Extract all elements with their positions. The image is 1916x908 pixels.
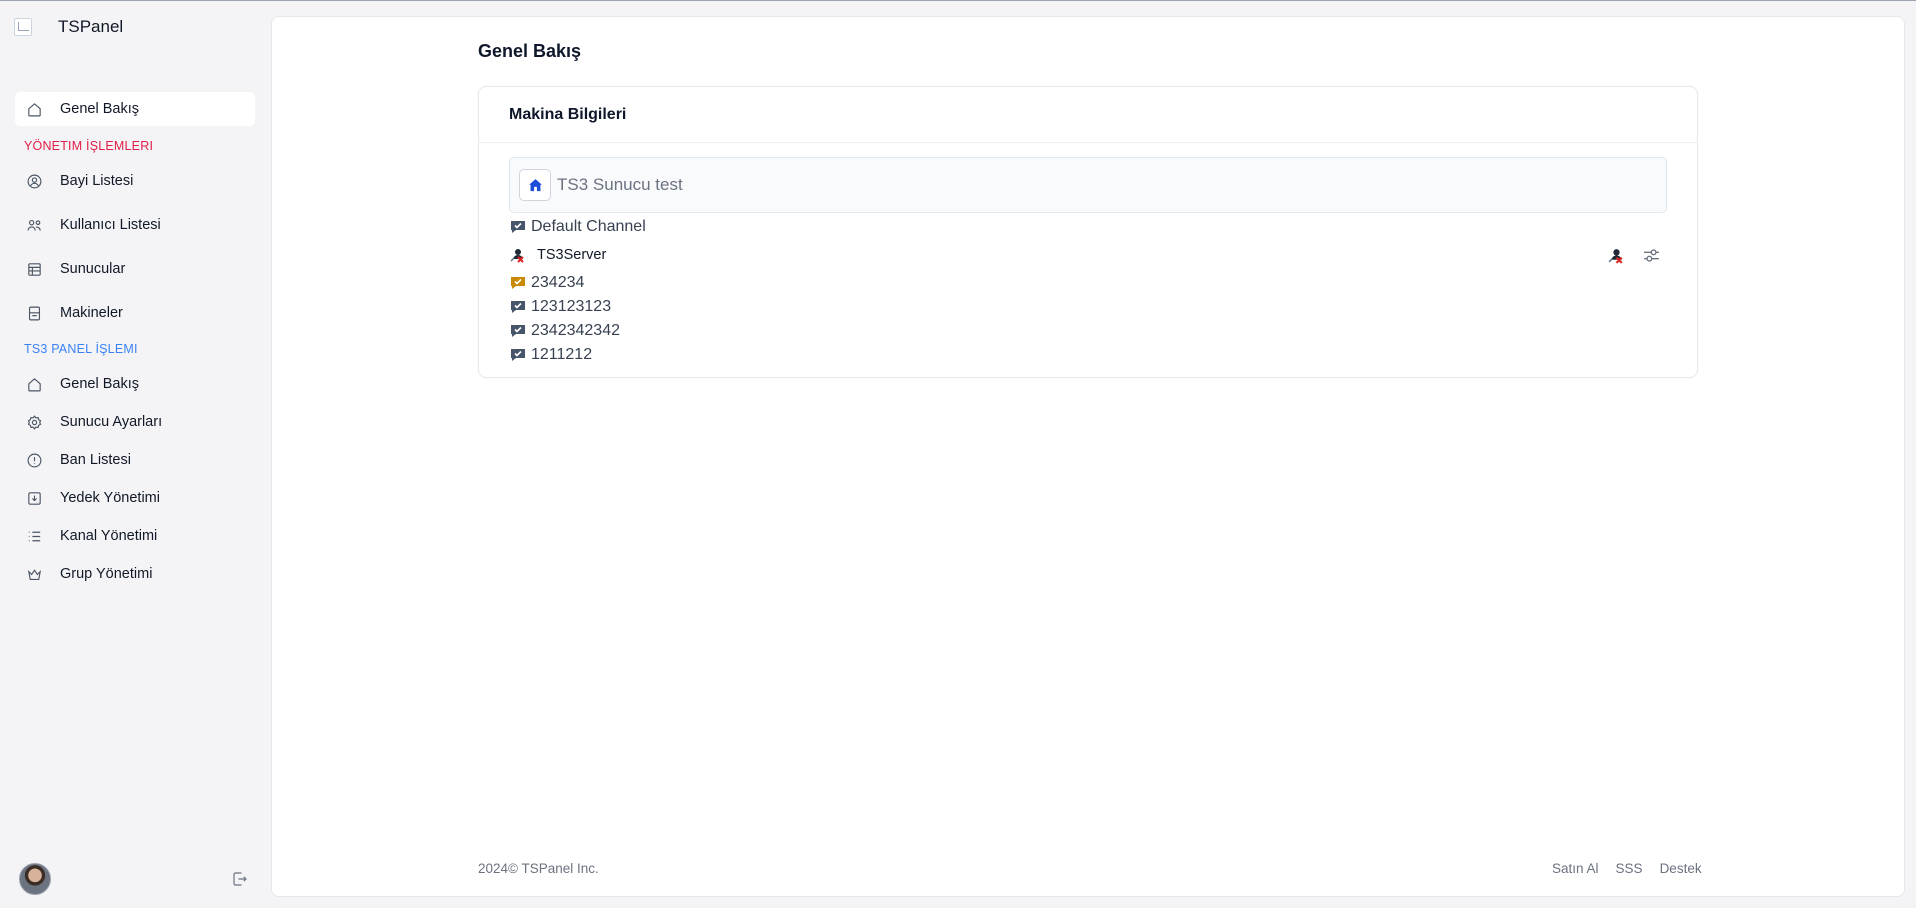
channel-name: 234234 bbox=[531, 274, 585, 291]
channel-row[interactable]: 2342342342 bbox=[509, 319, 1667, 343]
settings-sliders-icon[interactable] bbox=[1642, 246, 1661, 265]
channel-icon bbox=[511, 301, 525, 313]
sidebar-item-label: Yedek Yönetimi bbox=[60, 490, 160, 506]
home-icon bbox=[25, 375, 43, 393]
machine-icon bbox=[25, 304, 43, 322]
sidebar-nav: Genel Bakış YÖNETIM İŞLEMLERI Bayi Liste… bbox=[15, 92, 255, 591]
card-title: Makina Bilgileri bbox=[509, 105, 627, 123]
footer-link-destek[interactable]: Destek bbox=[1660, 861, 1702, 876]
backup-icon bbox=[25, 489, 43, 507]
sidebar-item-makineler[interactable]: Makineler bbox=[15, 296, 255, 330]
machine-info-card: Makina Bilgileri TS3 Sunucu test Default… bbox=[478, 86, 1698, 378]
top-border bbox=[0, 0, 1916, 1]
channel-icon bbox=[511, 221, 525, 233]
sidebar-item-label: Makineler bbox=[60, 305, 123, 321]
sidebar-item-yedek-yonetimi[interactable]: Yedek Yönetimi bbox=[15, 481, 255, 515]
sidebar-item-label: Kullanıcı Listesi bbox=[60, 217, 161, 233]
channel-name: 2342342342 bbox=[531, 322, 620, 339]
server-query-user-icon bbox=[510, 249, 524, 263]
server-user-actions bbox=[1607, 246, 1667, 265]
sidebar-item-kanal-yonetimi[interactable]: Kanal Yönetimi bbox=[15, 519, 255, 553]
channel-icon bbox=[511, 277, 525, 289]
users-icon bbox=[25, 216, 43, 234]
sidebar-item-label: Sunucu Ayarları bbox=[60, 414, 163, 430]
sidebar-item-bayi-listesi[interactable]: Bayi Listesi bbox=[15, 164, 255, 198]
crown-icon bbox=[25, 565, 43, 583]
gear-icon bbox=[25, 413, 43, 431]
section-title-admin: YÖNETIM İŞLEMLERI bbox=[24, 139, 154, 153]
server-user-name: TS3Server bbox=[537, 247, 607, 263]
sidebar-item-ts3-genel-bakis[interactable]: Genel Bakış bbox=[15, 367, 255, 401]
channel-name: Default Channel bbox=[531, 218, 646, 235]
sidebar-item-label: Grup Yönetimi bbox=[60, 566, 153, 582]
page-title: Genel Bakış bbox=[478, 41, 582, 61]
channel-name: 1211212 bbox=[531, 346, 593, 363]
logout-icon[interactable] bbox=[231, 870, 249, 888]
server-name: TS3 Sunucu test bbox=[557, 175, 683, 194]
channel-row[interactable]: 1211212 bbox=[509, 343, 1667, 367]
server-header[interactable]: TS3 Sunucu test bbox=[509, 157, 1667, 213]
server-layout-icon bbox=[25, 260, 43, 278]
user-circle-icon bbox=[25, 172, 43, 190]
footer-link-satin-al[interactable]: Satın Al bbox=[1552, 861, 1599, 876]
brand[interactable]: TSPanel bbox=[14, 17, 123, 37]
channel-icon bbox=[511, 325, 525, 337]
ban-icon bbox=[25, 451, 43, 469]
sidebar-item-label: Sunucular bbox=[60, 261, 126, 277]
kick-user-icon[interactable] bbox=[1607, 246, 1626, 265]
brand-name: TSPanel bbox=[58, 17, 124, 36]
footer-link-sss[interactable]: SSS bbox=[1616, 861, 1643, 876]
sidebar-item-sunucular[interactable]: Sunucular bbox=[15, 252, 255, 286]
channel-row[interactable]: Default Channel bbox=[509, 215, 1667, 239]
channel-row[interactable]: 123123123 bbox=[509, 295, 1667, 319]
channel-tree: Default Channel TS3Server 234234 1231231… bbox=[509, 215, 1667, 367]
user-avatar[interactable] bbox=[19, 863, 51, 895]
main-panel: Genel Bakış Makina Bilgileri TS3 Sunucu … bbox=[271, 16, 1905, 897]
footer-company: TSPanel Inc. bbox=[521, 861, 599, 876]
sidebar-item-kullanici-listesi[interactable]: Kullanıcı Listesi bbox=[15, 208, 255, 242]
channel-row[interactable]: 234234 bbox=[509, 271, 1667, 295]
card-header: Makina Bilgileri bbox=[479, 87, 1697, 143]
sidebar-item-sunucu-ayarlari[interactable]: Sunucu Ayarları bbox=[15, 405, 255, 439]
channel-name: 123123123 bbox=[531, 298, 612, 315]
home-icon bbox=[25, 100, 43, 118]
sidebar-item-label: Ban Listesi bbox=[60, 452, 131, 468]
sidebar-item-ban-listesi[interactable]: Ban Listesi bbox=[15, 443, 255, 477]
section-title-ts3: TS3 PANEL İŞLEMI bbox=[24, 342, 138, 356]
sidebar-item-label: Genel Bakış bbox=[60, 101, 139, 117]
sidebar-item-label: Kanal Yönetimi bbox=[60, 528, 158, 544]
brand-logo-icon bbox=[14, 18, 32, 36]
channel-icon bbox=[511, 349, 525, 361]
sidebar: TSPanel Genel Bakış YÖNETIM İŞLEMLERI Ba… bbox=[0, 1, 270, 908]
footer-links: Satın Al SSS Destek bbox=[1552, 861, 1702, 876]
footer-copyright: 2024© TSPanel Inc. bbox=[478, 861, 599, 876]
sidebar-item-label: Bayi Listesi bbox=[60, 173, 134, 189]
list-icon bbox=[25, 527, 43, 545]
sidebar-item-label: Genel Bakış bbox=[60, 376, 139, 392]
sidebar-item-grup-yonetimi[interactable]: Grup Yönetimi bbox=[15, 557, 255, 591]
copyright-year: 2024© bbox=[478, 861, 518, 876]
server-home-icon bbox=[519, 169, 551, 201]
sidebar-item-genel-bakis[interactable]: Genel Bakış bbox=[15, 92, 255, 126]
server-user-row[interactable]: TS3Server bbox=[509, 239, 1667, 271]
